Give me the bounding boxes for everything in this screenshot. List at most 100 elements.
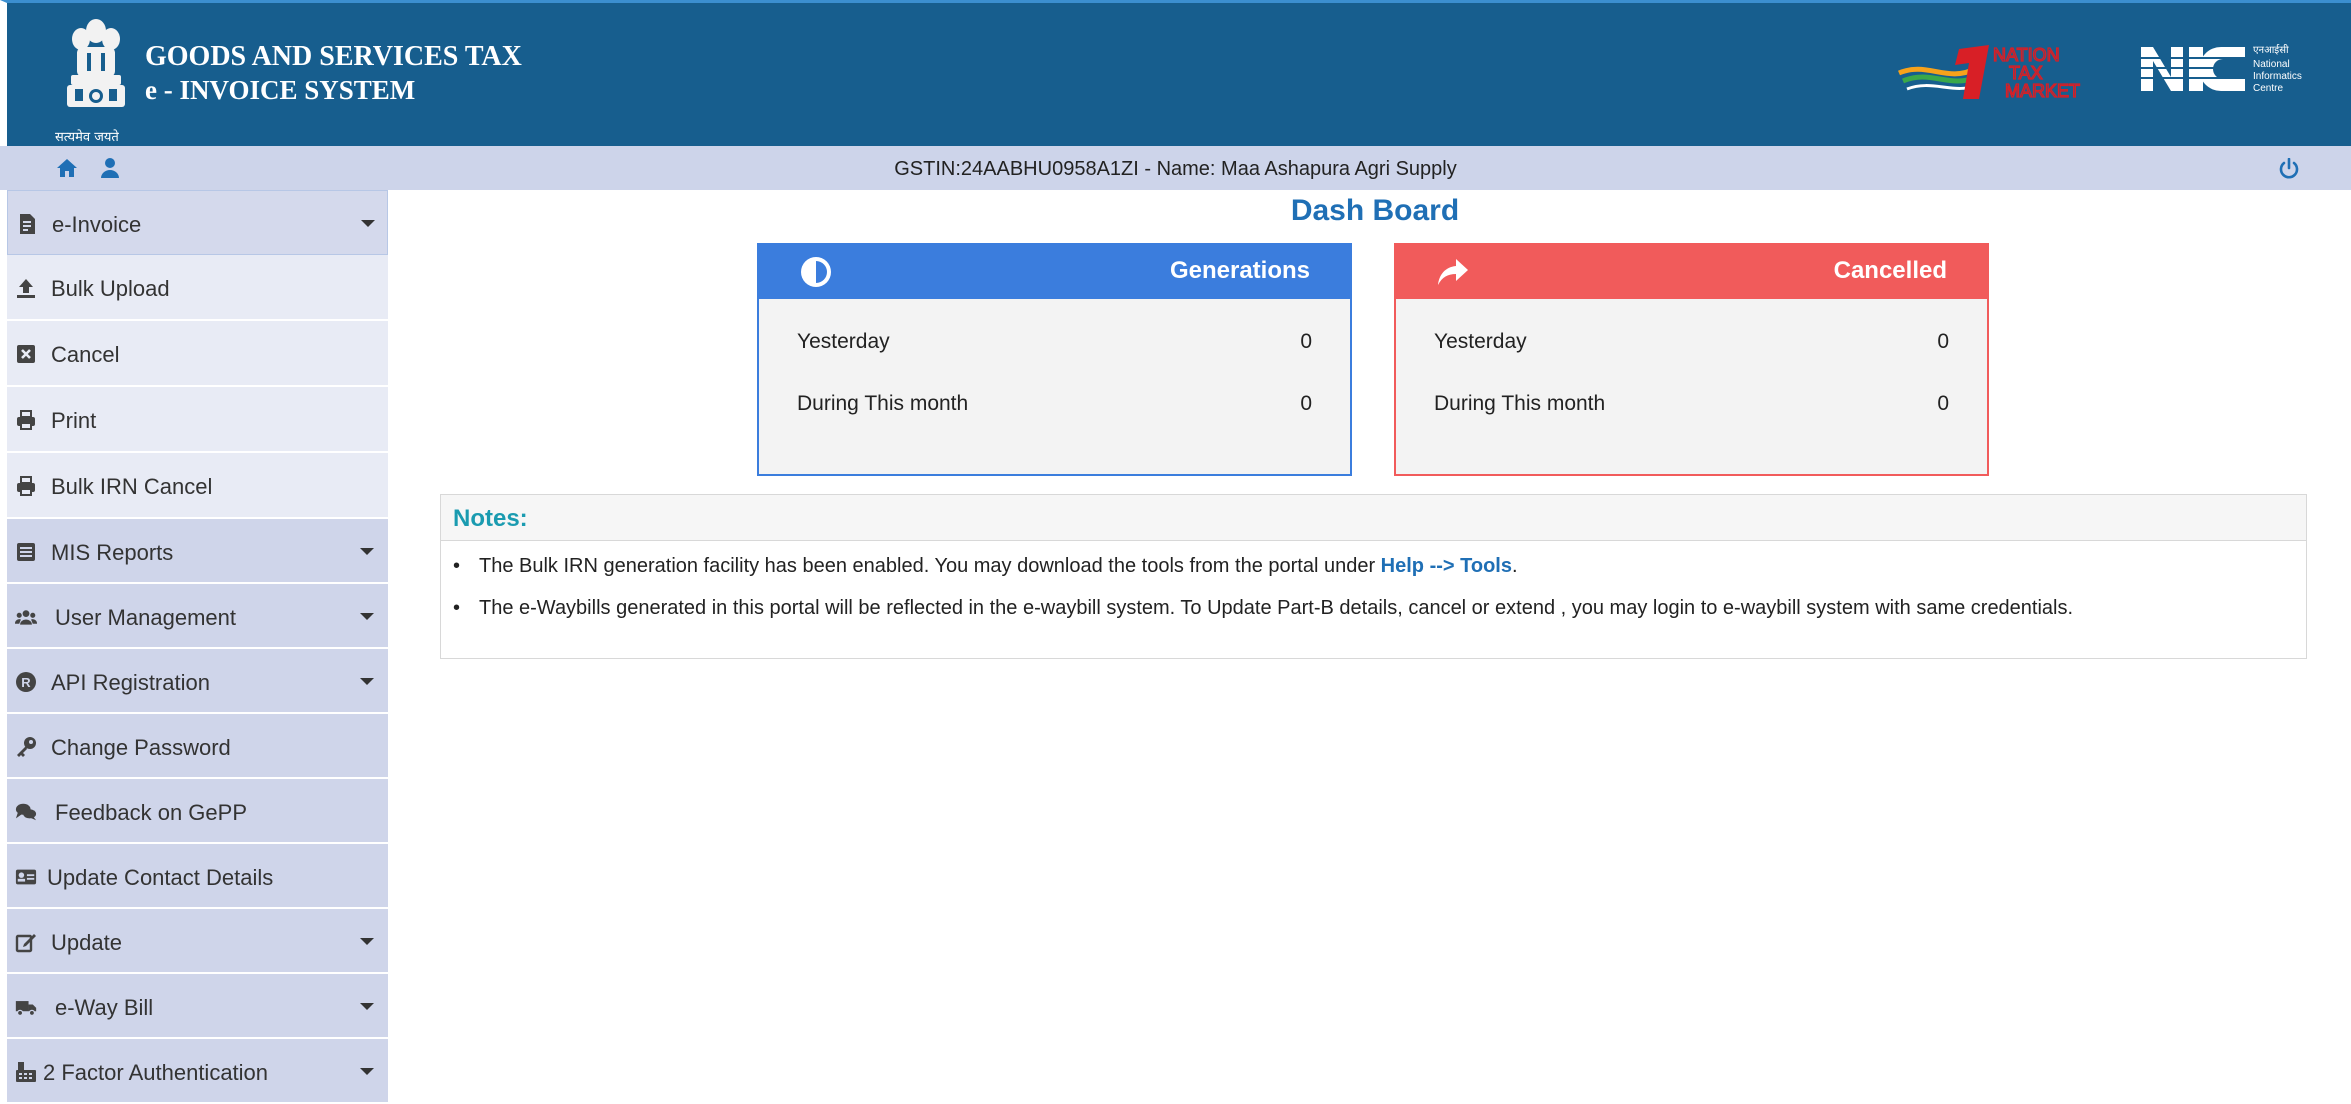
row-label: During This month bbox=[797, 392, 969, 415]
generations-row-yesterday: Yesterday 0 bbox=[797, 330, 1312, 354]
row-value: 0 bbox=[1937, 330, 1949, 353]
edit-icon bbox=[15, 934, 36, 953]
note-text-end: . bbox=[1511, 555, 1518, 577]
row-value: 0 bbox=[1300, 330, 1312, 353]
row-value: 0 bbox=[1300, 392, 1312, 415]
invoice-icon bbox=[20, 214, 35, 234]
note-text: The e-Waybills generated in this portal … bbox=[479, 597, 2074, 619]
cancelled-row-yesterday: Yesterday 0 bbox=[1434, 330, 1949, 354]
sidebar-item-label: Update Contact Details bbox=[47, 865, 274, 890]
upload-icon bbox=[17, 279, 35, 298]
close-box-icon bbox=[17, 345, 35, 363]
key-icon bbox=[17, 737, 36, 757]
chevron-down-icon bbox=[360, 1068, 374, 1075]
site-header: सत्यमेव जयते GOODS AND SERVICES TAX e - … bbox=[0, 0, 2351, 146]
chevron-down-icon bbox=[360, 613, 374, 620]
sidebar-item-label: 2 Factor Authentication bbox=[43, 1060, 269, 1085]
svg-text:TAX: TAX bbox=[2009, 63, 2043, 83]
sidebar-item-e-invoice[interactable]: e-Invoice bbox=[7, 190, 388, 255]
notes-header: Notes: bbox=[441, 495, 2306, 541]
sidebar-item-label: e-Way Bill bbox=[55, 995, 154, 1020]
sidebar-item-print[interactable]: Print bbox=[7, 387, 388, 453]
note-item: • The Bulk IRN generation facility has be… bbox=[453, 555, 1518, 578]
chevron-down-icon bbox=[360, 1003, 374, 1010]
sidebar-item-bulk-irn-cancel[interactable]: Bulk IRN Cancel bbox=[7, 453, 388, 519]
id-card-icon bbox=[15, 869, 37, 885]
cancelled-row-month: During This month 0 bbox=[1434, 392, 1949, 416]
sidebar-item-e-way-bill[interactable]: e-Way Bill bbox=[7, 974, 388, 1039]
nic-logo: एनआईसी National Informatics Centre bbox=[2137, 44, 2302, 94]
notes-panel: Notes: • The Bulk IRN generation facility… bbox=[440, 494, 2307, 659]
chevron-down-icon bbox=[360, 938, 374, 945]
printer-icon bbox=[17, 476, 35, 496]
svg-text:Informatics: Informatics bbox=[2253, 71, 2302, 82]
half-circle-icon bbox=[801, 257, 831, 287]
sidebar-item-2-factor-authentication[interactable]: 2 Factor Authentication bbox=[7, 1039, 388, 1104]
sidebar-item-change-password[interactable]: Change Password bbox=[7, 714, 388, 779]
svg-text:NATION: NATION bbox=[1993, 45, 2060, 65]
sidebar-item-label: e-Invoice bbox=[52, 212, 142, 237]
sidebar-item-label: MIS Reports bbox=[51, 540, 174, 565]
note-item: • The e-Waybills generated in this portal… bbox=[453, 597, 2073, 620]
info-bar: GSTIN:24AABHU0958A1ZI - Name: Maa Ashapu… bbox=[0, 146, 2351, 190]
sidebar-item-label: Change Password bbox=[51, 735, 231, 760]
truck-icon bbox=[15, 1001, 37, 1017]
emblem-caption: सत्यमेव जयते bbox=[55, 130, 119, 145]
nation-tax-market-logo: NATION TAX MARKET bbox=[1898, 44, 2081, 102]
sidebar-item-update-contact-details[interactable]: Update Contact Details bbox=[7, 844, 388, 909]
sidebar-item-label: Bulk IRN Cancel bbox=[51, 474, 213, 499]
sidebar-item-mis-reports[interactable]: MIS Reports bbox=[7, 519, 388, 584]
sidebar-item-label: Feedback on GePP bbox=[55, 800, 248, 825]
sidebar-item-bulk-upload[interactable]: Bulk Upload bbox=[7, 255, 388, 321]
chevron-down-icon bbox=[361, 220, 375, 227]
note-text: The Bulk IRN generation facility has bee… bbox=[479, 555, 1381, 577]
row-label: Yesterday bbox=[1434, 330, 1527, 353]
svg-text:R: R bbox=[21, 675, 31, 690]
sidebar-item-label: User Management bbox=[55, 605, 236, 630]
sidebar-menu: e-Invoice Bulk Upload Cancel Print Bulk … bbox=[7, 190, 388, 1104]
sidebar-item-label: Update bbox=[51, 930, 122, 955]
svg-text:National: National bbox=[2253, 59, 2290, 70]
share-arrow-icon bbox=[1438, 259, 1468, 285]
sidebar-item-label: Cancel bbox=[51, 342, 120, 367]
notes-heading: Notes: bbox=[453, 505, 528, 532]
svg-text:एनआईसी: एनआईसी bbox=[2253, 44, 2289, 56]
page-title: Dash Board bbox=[1290, 194, 1460, 227]
bullet: • bbox=[453, 597, 461, 619]
bullet: • bbox=[453, 555, 461, 577]
help-tools-link[interactable]: Help --> Tools bbox=[1381, 555, 1512, 577]
sidebar-item-user-management[interactable]: User Management bbox=[7, 584, 388, 649]
row-value: 0 bbox=[1937, 392, 1949, 415]
sidebar-item-label: API Registration bbox=[51, 670, 210, 695]
row-label: Yesterday bbox=[797, 330, 890, 353]
generations-title: Generations bbox=[1169, 257, 1310, 284]
generations-row-month: During This month 0 bbox=[797, 392, 1312, 416]
cancelled-card-header: Cancelled bbox=[1396, 245, 1987, 299]
gstin-name-label: GSTIN:24AABHU0958A1ZI - Name: Maa Ashapu… bbox=[894, 158, 1457, 180]
sidebar-item-cancel[interactable]: Cancel bbox=[7, 321, 388, 387]
svg-text:MARKET: MARKET bbox=[2005, 81, 2080, 101]
power-icon[interactable] bbox=[2278, 158, 2300, 180]
sidebar-item-update[interactable]: Update bbox=[7, 909, 388, 974]
row-label: During This month bbox=[1434, 392, 1606, 415]
site-subtitle: e - INVOICE SYSTEM bbox=[145, 75, 416, 105]
fax-icon bbox=[16, 1062, 36, 1082]
users-icon bbox=[15, 610, 37, 625]
sidebar-item-label: Print bbox=[51, 408, 97, 433]
generations-card: Generations Yesterday 0 During This mont… bbox=[757, 243, 1352, 476]
comments-icon bbox=[15, 803, 37, 821]
site-title: GOODS AND SERVICES TAX bbox=[145, 41, 522, 72]
cancelled-title: Cancelled bbox=[1833, 257, 1947, 284]
list-icon bbox=[17, 543, 35, 561]
national-emblem-icon bbox=[67, 19, 125, 107]
svg-text:Centre: Centre bbox=[2253, 83, 2283, 94]
cancelled-card: Cancelled Yesterday 0 During This month … bbox=[1394, 243, 1989, 476]
chevron-down-icon bbox=[360, 548, 374, 555]
generations-card-header: Generations bbox=[759, 245, 1350, 299]
printer-icon bbox=[17, 410, 35, 430]
sidebar-item-api-registration[interactable]: R API Registration bbox=[7, 649, 388, 714]
registered-icon: R bbox=[16, 672, 36, 692]
chevron-down-icon bbox=[360, 678, 374, 685]
sidebar-item-feedback[interactable]: Feedback on GePP bbox=[7, 779, 388, 844]
sidebar-item-label: Bulk Upload bbox=[51, 276, 170, 301]
